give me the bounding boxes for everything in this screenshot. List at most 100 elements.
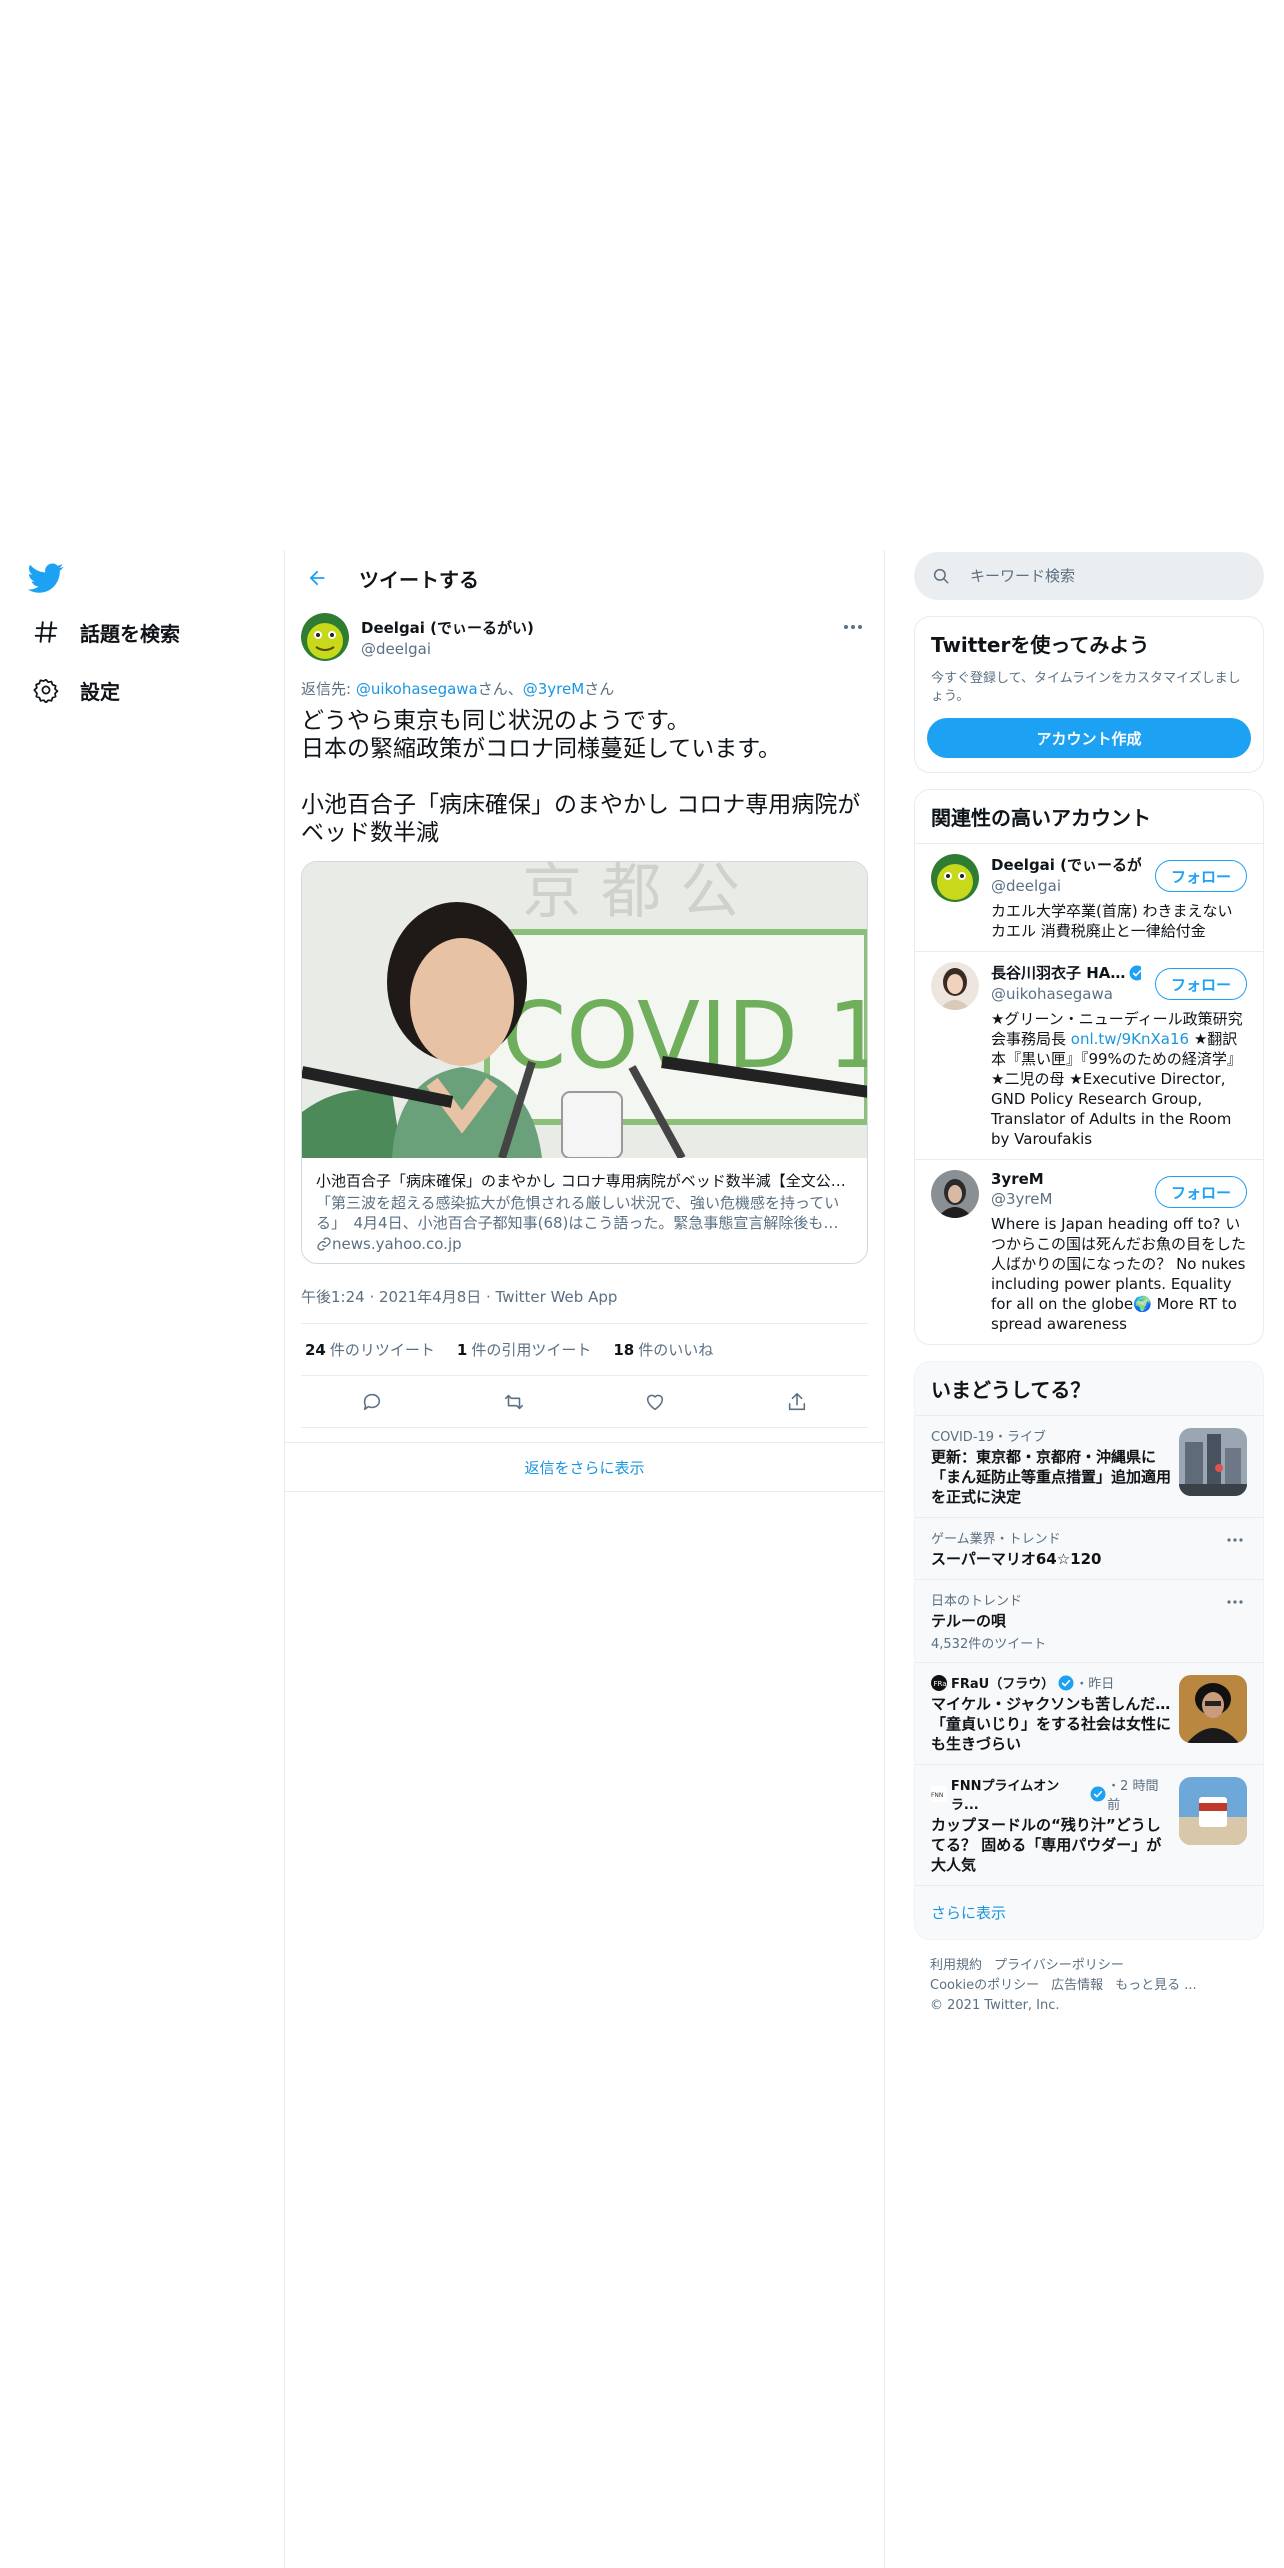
trend-title: テルーの唄 xyxy=(931,1612,1007,1630)
follow-button[interactable]: フォロー xyxy=(1155,1176,1247,1208)
svg-text:京 都 公: 京 都 公 xyxy=(522,862,740,927)
nav-explore[interactable]: 話題を検索 xyxy=(30,612,180,652)
twitter-bird-icon[interactable] xyxy=(27,560,64,596)
gear-icon xyxy=(30,674,62,706)
source-time: ・2 時間前 xyxy=(1107,1779,1159,1813)
trend-context: ゲーム業界・トレンド xyxy=(931,1532,1061,1547)
trend-item[interactable]: COVID-19・ライブ 更新：東京都・京都府・沖縄県に「まん延防止等重点措置」… xyxy=(915,1415,1263,1517)
trend-title: マイケル・ジャクソンも苦しんだ…「童貞いじり」をする社会は女性にも生きづらい xyxy=(931,1695,1172,1753)
card-domain: news.yahoo.co.jp xyxy=(316,1235,853,1253)
search-input[interactable] xyxy=(970,567,1230,585)
trends-title: いまどうしてる？ xyxy=(931,1378,1091,1402)
trends-panel: いまどうしてる？ COVID-19・ライブ 更新：東京都・京都府・沖縄県に「まん… xyxy=(914,1361,1264,1940)
tweet-detail-column: ツイートする Deelgai (でぃーるがい) @deelgai 返信先: @u… xyxy=(284,550,885,2568)
card-image: COVID 19 京 都 公 xyxy=(302,862,867,1158)
back-button[interactable] xyxy=(295,556,339,600)
signup-panel: Twitterを使ってみよう 今すぐ登録して、タイムラインをカスタマイズしましょ… xyxy=(914,616,1264,773)
ellipsis-icon xyxy=(844,625,862,629)
svg-text:FNN: FNN xyxy=(931,1792,943,1799)
account-item[interactable]: Deelgai (でぃーるが… @deelgai カエル大学卒業(首席) わきま… xyxy=(915,843,1263,951)
account-name-row: 長谷川羽衣子 HA… xyxy=(991,962,1141,983)
source-logo-icon: FNN xyxy=(931,1786,947,1802)
likes-label: 件のいいね xyxy=(638,1341,714,1359)
svg-text:FRaU: FRaU xyxy=(934,1680,948,1688)
card-body: 小池百合子「病床確保」のまやかし コロナ専用病院がベッド数半減【全文公… 「第三… xyxy=(302,1158,867,1263)
account-bio: カエル大学卒業(首席) わきまえないカエル 消費税廃止と一律給付金 xyxy=(991,902,1233,940)
footer: 利用規約 プライバシーポリシー Cookieのポリシー 広告情報 もっと見る ... … xyxy=(914,1940,1264,2032)
nav-settings[interactable]: 設定 xyxy=(30,670,120,710)
search-bar[interactable] xyxy=(914,552,1264,600)
account-name: 3yreM xyxy=(991,1170,1044,1188)
more-options-button[interactable] xyxy=(838,612,868,642)
back-arrow-icon xyxy=(309,570,325,586)
quotes-count: 1 xyxy=(456,1341,468,1359)
quotes-label: 件の引用ツイート xyxy=(471,1341,592,1359)
card-description: 「第三波を超える感染拡大が危惧される厳しい状況で、強い危機感を持っている」 4月… xyxy=(316,1194,840,1232)
create-account-button[interactable]: アカウント作成 xyxy=(927,718,1251,758)
reply-suffix: さん、 xyxy=(477,680,523,698)
verified-badge-icon xyxy=(1129,965,1141,980)
account-item[interactable]: 3yreM @3yreM Where is Japan heading off … xyxy=(915,1159,1263,1344)
reply-button[interactable] xyxy=(352,1382,392,1422)
reply-user-link[interactable]: @3yreM xyxy=(523,680,584,698)
reply-user-link[interactable]: @uikohasegawa xyxy=(356,680,478,698)
share-icon xyxy=(789,1392,806,1410)
avatar[interactable] xyxy=(931,962,979,1010)
retweets-count: 24 xyxy=(305,1341,326,1359)
account-bio: Where is Japan heading off to? いつからこの国は死… xyxy=(991,1215,1247,1333)
trend-context: COVID-19・ライブ xyxy=(931,1430,1047,1445)
follow-button[interactable]: フォロー xyxy=(1155,968,1247,1000)
footer-link[interactable]: プライバシーポリシー xyxy=(994,1958,1124,1973)
signup-title: Twitterを使ってみよう xyxy=(931,633,1150,657)
author-handle[interactable]: @deelgai xyxy=(361,640,534,658)
trends-show-more-link[interactable]: さらに表示 xyxy=(915,1885,1263,1939)
footer-link[interactable]: 広告情報 xyxy=(1051,1978,1103,1993)
trend-item[interactable]: 日本のトレンド テルーの唄 4,532件のツイート xyxy=(915,1579,1263,1662)
share-button[interactable] xyxy=(777,1382,817,1422)
hashtag-icon xyxy=(30,616,62,648)
avatar[interactable] xyxy=(931,854,979,902)
trend-context: 日本のトレンド xyxy=(931,1594,1023,1609)
search-icon xyxy=(933,568,949,584)
author-name[interactable]: Deelgai (でぃーるがい) xyxy=(361,617,534,638)
source-name: FRaU（フラウ） xyxy=(951,1677,1055,1692)
tweet: Deelgai (でぃーるがい) @deelgai 返信先: @uikohase… xyxy=(285,606,884,1428)
source-time: ・昨日 xyxy=(1075,1677,1115,1692)
ellipsis-icon xyxy=(1227,1600,1243,1604)
trend-item[interactable]: ゲーム業界・トレンド スーパーマリオ64☆120 xyxy=(915,1517,1263,1579)
footer-link[interactable]: もっと見る ... xyxy=(1115,1978,1197,1993)
source-logo-icon: FRaU xyxy=(931,1674,948,1691)
reply-prefix: 返信先: xyxy=(301,680,356,698)
trend-item[interactable]: FRaU FRaU（フラウ） ・昨日 マイケル・ジャクソンも苦しんだ…「童貞いじ… xyxy=(915,1662,1263,1764)
link-card[interactable]: COVID 19 京 都 公 小池百合子「病床確保」のまやかし コロナ専用病院が… xyxy=(301,861,868,1264)
retweet-button[interactable] xyxy=(494,1382,534,1422)
footer-link[interactable]: Cookieのポリシー xyxy=(930,1978,1039,1993)
retweets-stat[interactable]: 24 件のリツイート xyxy=(305,1339,435,1360)
tweet-timestamp[interactable]: 午後1:24 · 2021年4月8日 · Twitter Web App xyxy=(301,1286,868,1324)
show-more-replies-button[interactable]: 返信をさらに表示 xyxy=(285,1442,884,1492)
trend-count: 4,532件のツイート xyxy=(931,1637,1047,1652)
quotes-stat[interactable]: 1 件の引用ツイート xyxy=(457,1339,591,1360)
trend-thumbnail xyxy=(1179,1777,1247,1845)
trend-more-button[interactable] xyxy=(1223,1530,1247,1550)
trend-item[interactable]: FNN FNNプライムオンラ... ・2 時間前 カップヌードルの“残り汁”どう… xyxy=(915,1764,1263,1885)
verified-badge-icon xyxy=(1090,1786,1106,1802)
likes-stat[interactable]: 18 件のいいね xyxy=(613,1339,713,1360)
avatar[interactable] xyxy=(931,1170,979,1218)
right-sidebar: Twitterを使ってみよう 今すぐ登録して、タイムラインをカスタマイズしましょ… xyxy=(914,552,1264,2032)
trend-title: カップヌードルの“残り汁”どうしてる？ 固める「専用パウダー」が大人気 xyxy=(931,1816,1162,1874)
like-button[interactable] xyxy=(635,1382,675,1422)
account-name: Deelgai (でぃーるが… xyxy=(991,856,1141,874)
follow-button[interactable]: フォロー xyxy=(1155,860,1247,892)
relevant-accounts-title: 関連性の高いアカウント xyxy=(931,806,1151,830)
account-item[interactable]: 長谷川羽衣子 HA… @uikohasegawa ★グリーン・ニューディール政策… xyxy=(915,951,1263,1159)
avatar[interactable] xyxy=(301,613,349,661)
footer-link[interactable]: 利用規約 xyxy=(930,1958,982,1973)
reply-suffix: さん xyxy=(584,680,615,698)
trend-more-button[interactable] xyxy=(1223,1592,1247,1612)
trend-title: スーパーマリオ64☆120 xyxy=(931,1550,1102,1568)
copyright: © 2021 Twitter, Inc. xyxy=(930,1998,1060,2013)
bio-link[interactable]: onl.tw/9KnXa16 xyxy=(1071,1030,1189,1048)
footer-row: Cookieのポリシー 広告情報 もっと見る ... xyxy=(930,1976,1248,1996)
heart-icon xyxy=(647,1394,664,1410)
